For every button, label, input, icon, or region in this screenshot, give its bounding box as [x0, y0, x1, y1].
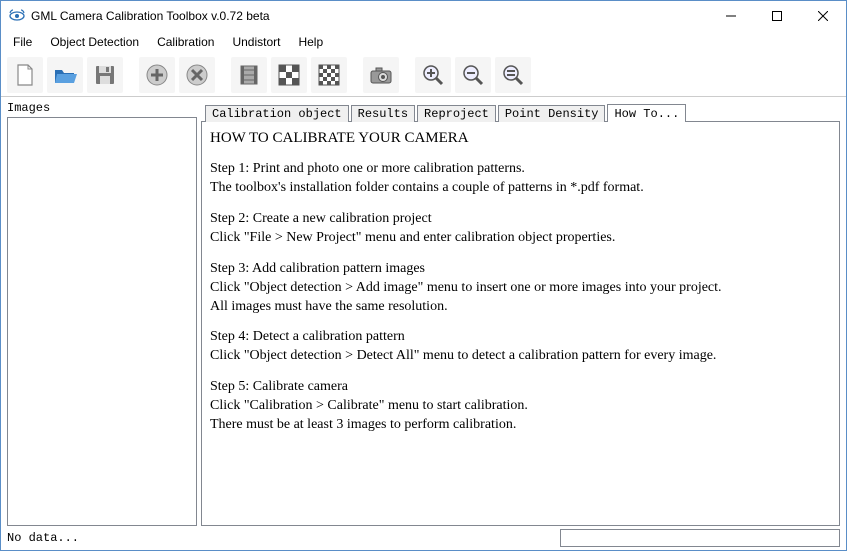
new-file-button[interactable] — [7, 57, 43, 93]
add-button[interactable] — [139, 57, 175, 93]
film-icon — [236, 62, 262, 88]
film-button[interactable] — [231, 57, 267, 93]
open-folder-icon — [52, 62, 78, 88]
minimize-button[interactable] — [708, 1, 754, 31]
remove-button[interactable] — [179, 57, 215, 93]
new-file-icon — [12, 62, 38, 88]
add-icon — [144, 62, 170, 88]
checker-small-icon — [316, 62, 342, 88]
right-panel: Calibration object Results Reproject Poi… — [201, 101, 840, 526]
zoom-out-button[interactable] — [455, 57, 491, 93]
close-button[interactable] — [800, 1, 846, 31]
titlebar: GML Camera Calibration Toolbox v.0.72 be… — [1, 1, 846, 31]
tab-calibration-object[interactable]: Calibration object — [205, 105, 349, 122]
status-text: No data... — [7, 531, 560, 545]
howto-step1: Step 1: Print and photo one or more cali… — [210, 160, 831, 198]
statusbar: No data... — [1, 526, 846, 550]
menu-help[interactable]: Help — [290, 33, 331, 51]
checker-large-button[interactable] — [271, 57, 307, 93]
menu-calibration[interactable]: Calibration — [149, 33, 222, 51]
window-controls — [708, 1, 846, 31]
tab-strip: Calibration object Results Reproject Poi… — [201, 101, 840, 121]
tab-reproject[interactable]: Reproject — [417, 105, 496, 122]
zoom-in-button[interactable] — [415, 57, 451, 93]
zoom-out-icon — [460, 62, 486, 88]
app-icon — [9, 8, 25, 24]
checker-small-button[interactable] — [311, 57, 347, 93]
tab-point-density[interactable]: Point Density — [498, 105, 606, 122]
close-icon — [818, 11, 828, 21]
app-window: GML Camera Calibration Toolbox v.0.72 be… — [0, 0, 847, 551]
tab-results[interactable]: Results — [351, 105, 415, 122]
camera-icon — [368, 62, 394, 88]
images-panel-label: Images — [7, 101, 197, 115]
content-area: Images Calibration object Results Reproj… — [1, 97, 846, 526]
tab-how-to[interactable]: How To... — [607, 104, 686, 122]
status-right-box — [560, 529, 840, 547]
save-icon — [92, 62, 118, 88]
camera-button[interactable] — [363, 57, 399, 93]
menu-undistort[interactable]: Undistort — [224, 33, 288, 51]
minimize-icon — [726, 11, 736, 21]
menubar: File Object Detection Calibration Undist… — [1, 31, 846, 53]
howto-heading: HOW TO CALIBRATE YOUR CAMERA — [210, 128, 831, 148]
maximize-button[interactable] — [754, 1, 800, 31]
save-button[interactable] — [87, 57, 123, 93]
menu-file[interactable]: File — [5, 33, 40, 51]
zoom-in-icon — [420, 62, 446, 88]
images-list[interactable] — [7, 117, 197, 526]
howto-step4: Step 4: Detect a calibration pattern Cli… — [210, 328, 831, 366]
remove-icon — [184, 62, 210, 88]
left-panel: Images — [7, 101, 197, 526]
checker-large-icon — [276, 62, 302, 88]
howto-step5: Step 5: Calibrate camera Click "Calibrat… — [210, 378, 831, 435]
howto-step2: Step 2: Create a new calibration project… — [210, 210, 831, 248]
howto-step3: Step 3: Add calibration pattern images C… — [210, 260, 831, 317]
zoom-fit-button[interactable] — [495, 57, 531, 93]
howto-content: HOW TO CALIBRATE YOUR CAMERA Step 1: Pri… — [201, 121, 840, 526]
zoom-fit-icon — [500, 62, 526, 88]
open-button[interactable] — [47, 57, 83, 93]
window-title: GML Camera Calibration Toolbox v.0.72 be… — [31, 9, 708, 23]
toolbar — [1, 53, 846, 97]
menu-object-detection[interactable]: Object Detection — [42, 33, 147, 51]
maximize-icon — [772, 11, 782, 21]
